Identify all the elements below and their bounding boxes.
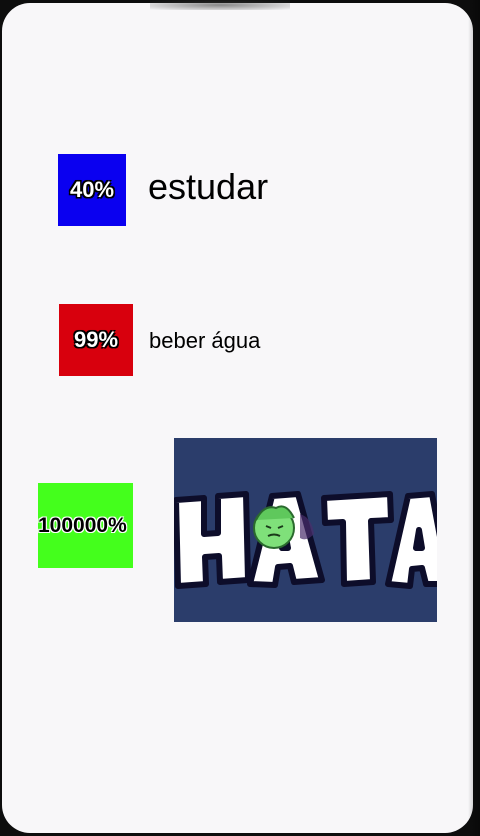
percent-text: 40% <box>69 177 115 202</box>
item-label-beber-agua: beber água <box>149 328 261 353</box>
content-card: 40% estudar 99% beber água 100000% <box>2 3 473 833</box>
edge-shadow <box>468 0 480 836</box>
percent-box-green: 100000% <box>38 483 133 568</box>
meme-illustration <box>174 438 437 622</box>
percent-box-red: 99% <box>59 304 133 376</box>
top-shadow <box>150 0 290 10</box>
item-label-estudar: estudar <box>148 166 269 207</box>
meme-image <box>174 438 437 622</box>
percent-text: 100000% <box>38 513 127 537</box>
percent-box-blue: 40% <box>58 154 126 226</box>
percent-text: 99% <box>73 327 119 352</box>
character-icon <box>253 505 295 549</box>
